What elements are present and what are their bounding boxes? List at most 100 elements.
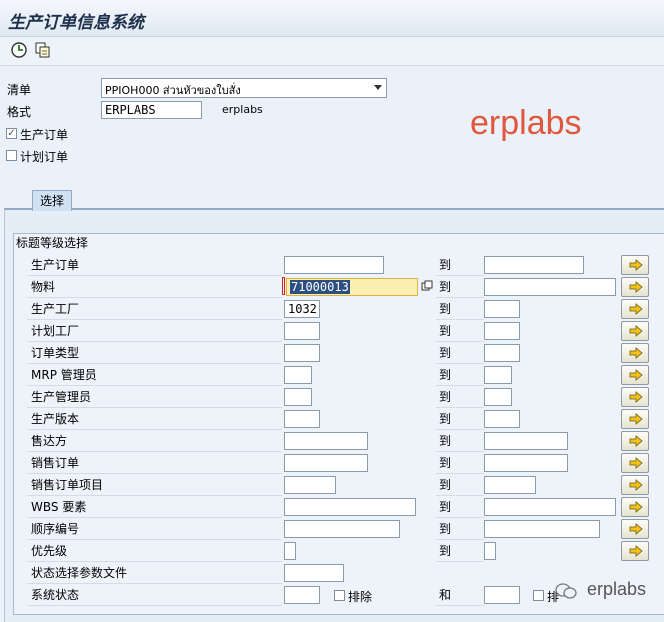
format-field[interactable]: ERPLABS bbox=[101, 101, 202, 119]
list-label: 清单 bbox=[7, 83, 32, 97]
multiple-selection-button[interactable] bbox=[621, 299, 649, 319]
row-to-field[interactable] bbox=[484, 300, 520, 318]
row-to-field[interactable] bbox=[484, 476, 536, 494]
row-to-field[interactable] bbox=[484, 520, 600, 538]
row-label: 订单类型 bbox=[27, 343, 282, 364]
tab-selection[interactable]: 选择 bbox=[32, 190, 72, 211]
multiple-selection-button[interactable] bbox=[621, 409, 649, 429]
row-to-field[interactable] bbox=[484, 454, 568, 472]
prod-order-checkbox[interactable]: ✓ bbox=[6, 128, 17, 139]
row-to-label: 和 bbox=[436, 585, 484, 606]
row-label: 顺序编号 bbox=[27, 519, 282, 540]
arrow-right-icon bbox=[629, 369, 643, 381]
row-from-field[interactable] bbox=[284, 256, 384, 274]
execute-icon[interactable] bbox=[10, 41, 30, 61]
row-label: WBS 要素 bbox=[27, 497, 282, 518]
footer-watermark: erplabs bbox=[587, 579, 647, 599]
row-from-field[interactable] bbox=[284, 322, 320, 340]
row-label: 销售订单项目 bbox=[27, 475, 282, 496]
row-to-label: 到 bbox=[436, 497, 484, 518]
row-from-field[interactable] bbox=[284, 344, 320, 362]
arrow-right-icon bbox=[629, 413, 643, 425]
multiple-selection-button[interactable] bbox=[621, 255, 649, 275]
multiple-selection-button[interactable] bbox=[621, 497, 649, 517]
row-label: 售达方 bbox=[27, 431, 282, 452]
arrow-right-icon bbox=[629, 435, 643, 447]
arrow-right-icon bbox=[629, 325, 643, 337]
variant-icon[interactable] bbox=[34, 41, 54, 61]
row-label: 生产订单 bbox=[27, 255, 282, 276]
multiple-selection-button[interactable] bbox=[621, 387, 649, 407]
multiple-selection-button[interactable] bbox=[621, 343, 649, 363]
row-to-label: 到 bbox=[436, 321, 484, 342]
format-description: erplabs bbox=[222, 103, 263, 116]
row-to-field[interactable] bbox=[484, 278, 616, 296]
row-from-field[interactable] bbox=[284, 432, 368, 450]
multiple-selection-button[interactable] bbox=[621, 321, 649, 341]
row-label: 生产工厂 bbox=[27, 299, 282, 320]
row-label: 生产版本 bbox=[27, 409, 282, 430]
multiple-selection-button[interactable] bbox=[621, 277, 649, 297]
row-from-field[interactable] bbox=[284, 454, 368, 472]
row-from-field[interactable] bbox=[284, 366, 312, 384]
row-from-field[interactable]: 1032 bbox=[284, 300, 320, 318]
arrow-right-icon bbox=[629, 259, 643, 271]
row-to-label: 到 bbox=[436, 277, 484, 298]
row-to-field[interactable] bbox=[484, 586, 520, 604]
list-select[interactable]: PPIOH000 ส่วนหัวของใบสั่ง bbox=[101, 78, 387, 98]
row-from-field[interactable] bbox=[284, 498, 416, 516]
row-from-field[interactable] bbox=[284, 388, 312, 406]
row-label: 销售订单 bbox=[27, 453, 282, 474]
watermark-text: erplabs bbox=[470, 104, 582, 142]
exclude-checkbox[interactable] bbox=[334, 590, 345, 601]
row-to-field[interactable] bbox=[484, 322, 520, 340]
row-from-field[interactable] bbox=[284, 542, 296, 560]
row-to-field[interactable] bbox=[484, 388, 512, 406]
row-label: MRP 管理员 bbox=[27, 365, 282, 386]
multiple-selection-button[interactable] bbox=[621, 365, 649, 385]
multiple-selection-icon[interactable] bbox=[421, 280, 433, 295]
format-label: 格式 bbox=[7, 105, 32, 119]
arrow-right-icon bbox=[629, 391, 643, 403]
group-title: 标题等级选择 bbox=[16, 236, 89, 250]
row-from-field[interactable]: 71000013 bbox=[286, 278, 418, 296]
row-to-label: 到 bbox=[436, 431, 484, 452]
row-to-label: 到 bbox=[436, 453, 484, 474]
row-label: 物料 bbox=[27, 277, 282, 298]
multiple-selection-button[interactable] bbox=[621, 541, 649, 561]
row-label: 状态选择参数文件 bbox=[27, 563, 282, 584]
row-to-field[interactable] bbox=[484, 498, 616, 516]
row-from-field[interactable] bbox=[284, 410, 320, 428]
multiple-selection-button[interactable] bbox=[621, 475, 649, 495]
multiple-selection-button[interactable] bbox=[621, 453, 649, 473]
arrow-right-icon bbox=[629, 523, 643, 535]
multiple-selection-button[interactable] bbox=[621, 519, 649, 539]
exclude-checkbox[interactable] bbox=[533, 590, 544, 601]
row-from-field[interactable] bbox=[284, 520, 400, 538]
row-from-field[interactable] bbox=[284, 586, 320, 604]
row-to-field[interactable] bbox=[484, 256, 584, 274]
arrow-right-icon bbox=[629, 479, 643, 491]
arrow-right-icon bbox=[629, 457, 643, 469]
wechat-icon bbox=[555, 582, 577, 603]
chevron-down-icon[interactable] bbox=[374, 85, 382, 90]
row-to-field[interactable] bbox=[484, 344, 520, 362]
row-from-field[interactable] bbox=[284, 476, 336, 494]
row-to-field[interactable] bbox=[484, 432, 568, 450]
row-from-field[interactable] bbox=[284, 564, 344, 582]
multiple-selection-button[interactable] bbox=[621, 431, 649, 451]
list-select-value: PPIOH000 ส่วนหัวของใบสั่ง bbox=[105, 84, 241, 97]
row-to-label: 到 bbox=[436, 519, 484, 540]
row-to-label: 到 bbox=[436, 387, 484, 408]
prod-order-checkbox-label: 生产订单 bbox=[20, 128, 69, 142]
row-to-field[interactable] bbox=[484, 410, 520, 428]
arrow-right-icon bbox=[629, 501, 643, 513]
row-to-field[interactable] bbox=[484, 366, 512, 384]
row-label: 系统状态 bbox=[27, 585, 282, 606]
row-to-label: 到 bbox=[436, 255, 484, 276]
plan-order-checkbox[interactable] bbox=[6, 150, 17, 161]
row-to-field[interactable] bbox=[484, 542, 496, 560]
row-to-label: 到 bbox=[436, 299, 484, 320]
required-marker bbox=[282, 277, 285, 295]
arrow-right-icon bbox=[629, 545, 643, 557]
